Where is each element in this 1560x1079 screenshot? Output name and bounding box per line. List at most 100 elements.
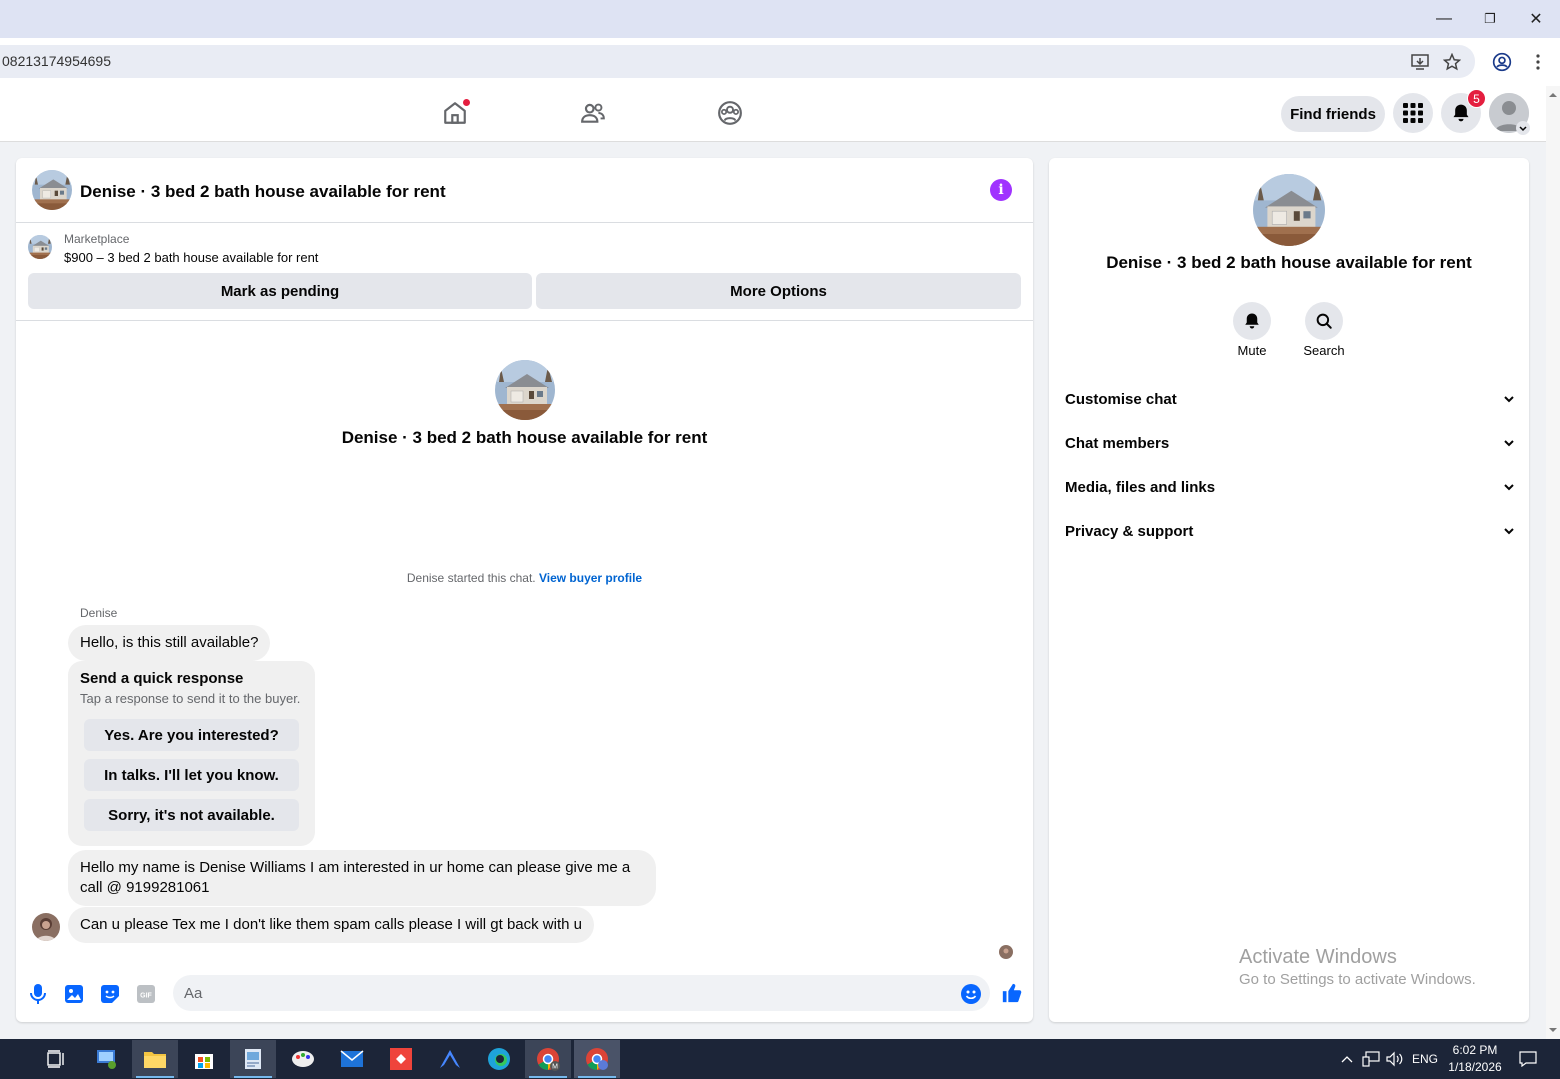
- section-label: Media, files and links: [1065, 478, 1216, 496]
- header-divider: [16, 222, 1033, 223]
- quick-response-yes-button[interactable]: Yes. Are you interested?: [84, 719, 299, 751]
- svg-text:M: M: [552, 1064, 558, 1071]
- nord-vpn-icon[interactable]: [427, 1040, 473, 1078]
- grid-icon: [1403, 103, 1423, 123]
- bell-icon: [1245, 313, 1259, 329]
- find-friends-button[interactable]: Find friends: [1281, 96, 1385, 132]
- store-icon[interactable]: [181, 1040, 227, 1078]
- svg-text:GIF: GIF: [140, 993, 152, 1000]
- chevron-down-icon: [1504, 484, 1514, 491]
- minimize-button[interactable]: —: [1421, 0, 1467, 38]
- language-indicator[interactable]: ENG: [1408, 1040, 1442, 1078]
- photo-icon[interactable]: [63, 983, 85, 1005]
- address-bar[interactable]: 08213174954695: [0, 45, 1475, 78]
- details-avatar[interactable]: [1253, 174, 1325, 246]
- close-icon: ✕: [1529, 11, 1543, 28]
- details-title: Denise · 3 bed 2 bath house available fo…: [1106, 253, 1472, 272]
- message-bubble[interactable]: Hello, is this still available?: [68, 625, 271, 661]
- search-button[interactable]: [1305, 302, 1343, 340]
- edge-icon[interactable]: [476, 1040, 522, 1078]
- section-label: Privacy & support: [1065, 522, 1194, 540]
- message-input-placeholder: Aa: [184, 985, 203, 1002]
- friends-icon[interactable]: [578, 98, 608, 128]
- menu-grid-button[interactable]: [1393, 93, 1433, 133]
- intro-name: Denise · 3 bed 2 bath house available fo…: [341, 428, 708, 447]
- more-options-button[interactable]: More Options: [536, 273, 1021, 309]
- quick-response-title: Send a quick response: [80, 670, 244, 687]
- quick-response-in-talks-button[interactable]: In talks. I'll let you know.: [84, 759, 299, 791]
- gif-icon[interactable]: GIF: [135, 983, 157, 1005]
- anydesk-icon[interactable]: [378, 1040, 424, 1078]
- bell-icon: [1453, 104, 1469, 122]
- search-icon: [1316, 313, 1332, 329]
- chevron-down-icon: [1504, 396, 1514, 403]
- mute-button[interactable]: [1233, 302, 1271, 340]
- like-thumb-icon[interactable]: [1000, 981, 1024, 1005]
- chrome-active-icon[interactable]: [574, 1040, 620, 1078]
- listing-thumbnail[interactable]: [28, 235, 52, 259]
- mail-icon[interactable]: [329, 1040, 375, 1078]
- file-explorer-icon[interactable]: [132, 1040, 178, 1078]
- customise-chat-section[interactable]: Customise chat: [1065, 381, 1515, 417]
- action-center-icon[interactable]: [1514, 1040, 1542, 1078]
- paint-app-icon[interactable]: [280, 1040, 326, 1078]
- restore-icon: ❐: [1484, 11, 1496, 26]
- browser-titlebar: [0, 0, 1560, 38]
- microphone-icon[interactable]: [27, 983, 49, 1005]
- emoji-icon[interactable]: [960, 983, 982, 1005]
- view-buyer-profile-link[interactable]: View buyer profile: [539, 571, 642, 585]
- tray-overflow-chevron-icon[interactable]: [1338, 1040, 1356, 1078]
- listing-divider: [16, 320, 1033, 321]
- page-scrollbar[interactable]: [1546, 86, 1560, 1039]
- sender-avatar[interactable]: [32, 913, 60, 941]
- search-label: Search: [1303, 343, 1345, 358]
- volume-icon[interactable]: [1384, 1040, 1406, 1078]
- quick-response-not-available-button[interactable]: Sorry, it's not available.: [84, 799, 299, 831]
- chat-details-panel: [1049, 158, 1529, 1022]
- chat-title[interactable]: Denise · 3 bed 2 bath house available fo…: [80, 180, 446, 204]
- install-app-icon[interactable]: [1408, 50, 1432, 74]
- privacy-support-section[interactable]: Privacy & support: [1065, 513, 1515, 549]
- chevron-down-icon: [1504, 440, 1514, 447]
- chevron-down-icon: [1504, 528, 1514, 535]
- notification-count-badge: 5: [1467, 89, 1486, 108]
- chat-avatar[interactable]: [32, 170, 72, 210]
- activate-windows-subtitle: Go to Settings to activate Windows.: [1239, 971, 1476, 988]
- network-icon[interactable]: [1360, 1040, 1382, 1078]
- document-app-icon[interactable]: [230, 1040, 276, 1078]
- chat-members-section[interactable]: Chat members: [1065, 425, 1515, 461]
- sticker-icon[interactable]: [99, 983, 121, 1005]
- url-text: 08213174954695: [2, 53, 112, 69]
- read-receipt-avatar: [999, 945, 1013, 959]
- restore-button[interactable]: ❐: [1467, 0, 1513, 38]
- groups-icon[interactable]: [715, 98, 745, 128]
- mark-as-pending-button[interactable]: Mark as pending: [28, 273, 532, 309]
- quick-response-subtitle: Tap a response to send it to the buyer.: [80, 691, 301, 706]
- clock-date: 1/18/2026: [1448, 1060, 1502, 1074]
- sender-name: Denise: [80, 606, 118, 620]
- intro-avatar: [495, 360, 555, 420]
- clock[interactable]: 6:02 PM 1/18/2026: [1445, 1040, 1505, 1078]
- control-panel-icon[interactable]: [84, 1040, 130, 1078]
- section-label: Customise chat: [1065, 390, 1177, 408]
- clock-time: 6:02 PM: [1452, 1043, 1498, 1057]
- listing-price-title[interactable]: $900 – 3 bed 2 bath house available for …: [64, 250, 318, 265]
- chat-started-text: Denise started this chat.: [406, 571, 536, 585]
- minimize-icon: —: [1436, 10, 1452, 27]
- info-icon[interactable]: i: [990, 179, 1012, 201]
- message-bubble[interactable]: Hello my name is Denise Williams I am in…: [68, 850, 656, 906]
- message-input[interactable]: [173, 975, 990, 1011]
- media-files-links-section[interactable]: Media, files and links: [1065, 469, 1515, 505]
- close-button[interactable]: ✕: [1513, 0, 1559, 38]
- mute-label: Mute: [1237, 343, 1267, 358]
- home-notification-dot: [462, 98, 471, 107]
- section-label: Chat members: [1065, 434, 1170, 452]
- message-bubble[interactable]: Can u please Tex me I don't like them sp…: [68, 907, 594, 943]
- account-chevron-icon[interactable]: [1516, 121, 1530, 135]
- profile-icon[interactable]: [1490, 50, 1514, 74]
- browser-menu-icon[interactable]: [1526, 50, 1550, 74]
- chrome-profile-m-icon[interactable]: M: [525, 1040, 571, 1078]
- task-view-icon[interactable]: [33, 1040, 79, 1078]
- bookmark-star-icon[interactable]: [1440, 50, 1464, 74]
- activate-windows-title: Activate Windows: [1239, 946, 1397, 968]
